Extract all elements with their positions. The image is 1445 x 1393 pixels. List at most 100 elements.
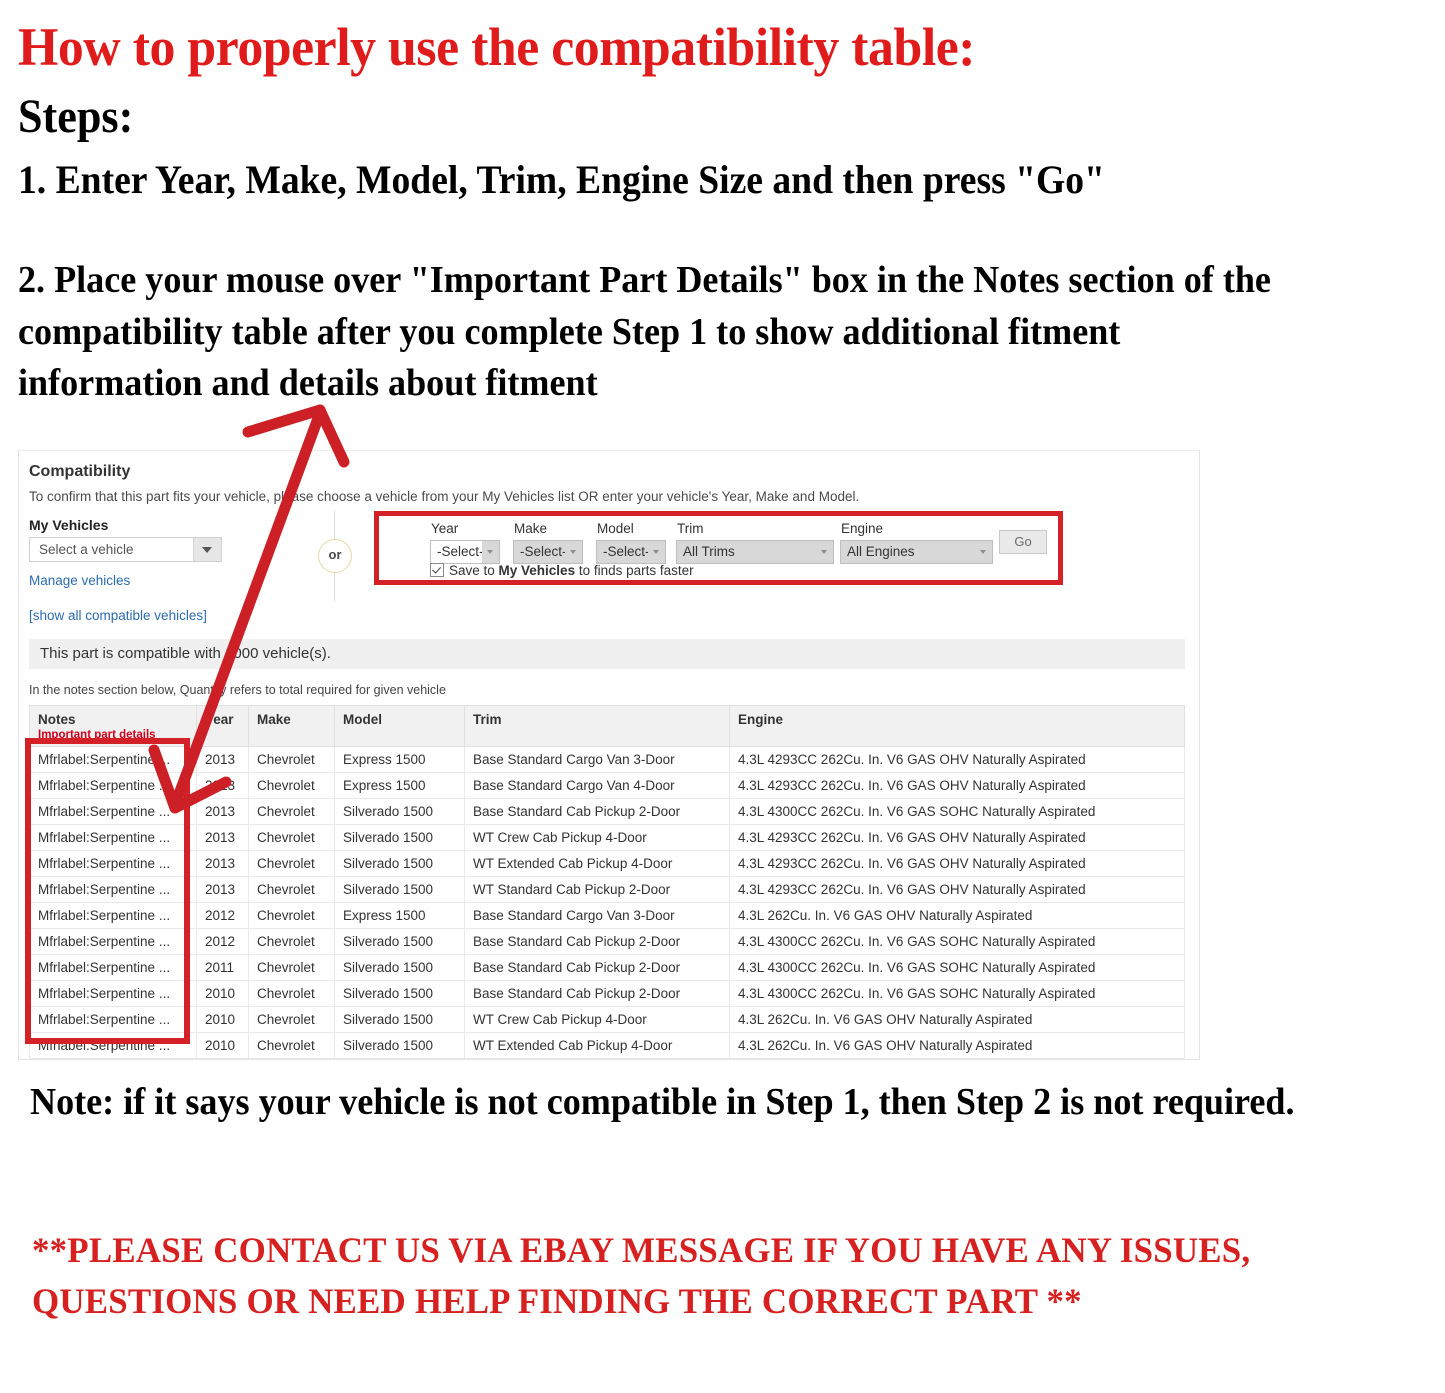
cell-model: Silverado 1500: [334, 980, 465, 1007]
cell-trim: Base Standard Cargo Van 3-Door: [464, 902, 730, 929]
chevron-down-icon[interactable]: [975, 541, 992, 563]
or-divider: or: [314, 511, 356, 601]
chevron-down-icon[interactable]: [816, 541, 833, 563]
cell-year: 2011: [196, 954, 249, 981]
column-header-trim[interactable]: Trim: [464, 705, 730, 747]
table-row: Mfrlabel:Serpentine ... 2013 Chevrolet Silv…: [29, 876, 1185, 903]
chevron-down-icon[interactable]: [565, 541, 582, 563]
cell-make: Chevrolet: [248, 824, 335, 851]
cell-trim: Base Standard Cab Pickup 2-Door: [464, 980, 730, 1007]
cell-year: 2010: [196, 980, 249, 1007]
cell-notes[interactable]: Mfrlabel:Serpentine ...: [29, 1058, 197, 1059]
cell-model: Express 1500: [334, 772, 465, 799]
cell-year: 2012: [196, 902, 249, 929]
steps-label: Steps:: [18, 90, 134, 143]
manage-vehicles-link[interactable]: Manage vehicles: [29, 573, 130, 588]
cell-notes[interactable]: Mfrlabel:Serpentine ...: [29, 746, 197, 773]
engine-label: Engine: [841, 521, 884, 536]
column-header-make[interactable]: Make: [248, 705, 335, 747]
save-bold-text: My Vehicles: [498, 563, 576, 578]
cell-make: Chevrolet: [248, 1058, 335, 1059]
or-label: or: [318, 539, 352, 573]
cell-notes[interactable]: Mfrlabel:Serpentine ...: [29, 902, 197, 929]
table-row: Mfrlabel:Serpentine ... 2011 Chevrolet Silv…: [29, 954, 1185, 981]
my-vehicles-select[interactable]: Select a vehicle: [29, 537, 222, 562]
cell-engine: 4.3L 4293CC 262Cu. In. V6 GAS OHV Natura…: [729, 824, 1185, 851]
table-row: Mfrlabel:Serpentine ...2010ChevroletSilv…: [29, 1006, 1185, 1033]
engine-select-value: All Engines: [847, 544, 915, 559]
year-label: Year: [431, 521, 459, 536]
cell-notes[interactable]: Mfrlabel:Serpentine ...: [29, 876, 197, 903]
model-label: Model: [597, 521, 634, 536]
note-text: Note: if it says your vehicle is not com…: [30, 1081, 1295, 1123]
show-all-compatible-vehicles-link[interactable]: [show all compatible vehicles]: [29, 608, 207, 623]
cell-trim: Base Standard Cab Pickup 2-Door: [464, 954, 730, 981]
chevron-down-icon[interactable]: [648, 541, 665, 563]
cell-year: 2010: [196, 1058, 249, 1059]
save-to-my-vehicles-checkbox[interactable]: [430, 563, 444, 577]
make-label: Make: [514, 521, 548, 536]
trim-select-value: All Trims: [683, 544, 735, 559]
table-row: Mfrlabel:Serpentine ...2010ChevroletSilv…: [29, 980, 1185, 1007]
chevron-down-icon[interactable]: [482, 541, 499, 563]
cell-engine: 4.3L 262Cu. In. V6 GAS OHV Naturally Asp…: [729, 1058, 1185, 1059]
cell-year: 2013: [196, 850, 249, 877]
cell-model: Silverado 1500: [334, 954, 465, 981]
cell-year: 2013: [196, 772, 249, 799]
cell-model: Silverado 1500: [334, 850, 465, 877]
cell-notes[interactable]: Mfrlabel:Serpentine ...: [29, 772, 197, 799]
table-row: Mfrlabel:Serpentine ... 2012 Chevrolet Expr…: [29, 902, 1185, 929]
column-header-model[interactable]: Model: [334, 705, 465, 747]
trim-label: Trim: [677, 521, 704, 536]
cell-notes[interactable]: Mfrlabel:Serpentine ...: [29, 850, 197, 877]
cell-notes[interactable]: Mfrlabel:Serpentine ...: [29, 1032, 197, 1059]
column-header-notes[interactable]: Notes Important part details: [29, 705, 197, 747]
cell-engine: 4.3L 262Cu. In. V6 GAS OHV Naturally Asp…: [729, 902, 1185, 929]
important-part-details-label[interactable]: Important part details: [38, 729, 188, 741]
save-suffix-text: to finds parts faster: [575, 563, 694, 578]
table-row: Mfrlabel:Serpentine ... 2013 Chevrolet Expr…: [29, 772, 1185, 799]
cell-year: 2010: [196, 1032, 249, 1059]
cell-notes[interactable]: Mfrlabel:Serpentine ...: [29, 980, 197, 1007]
cell-notes[interactable]: Mfrlabel:Serpentine ...: [29, 798, 197, 825]
cell-trim: WT Extended Cab Pickup 4-Door: [464, 850, 730, 877]
go-button[interactable]: Go: [999, 530, 1047, 554]
table-row: Mfrlabel:Serpentine ... 2013 Chevrolet Expr…: [29, 746, 1185, 773]
cell-make: Chevrolet: [248, 928, 335, 955]
table-header-row: Notes Important part details Year Make M…: [29, 705, 1185, 747]
compatible-count-text: This part is compatible with 1000 vehicl…: [40, 645, 331, 662]
cell-year: 2013: [196, 876, 249, 903]
cell-engine: 4.3L 4300CC 262Cu. In. V6 GAS SOHC Natur…: [729, 798, 1185, 825]
year-select-value: -Select-: [437, 544, 484, 559]
cell-make: Chevrolet: [248, 1006, 335, 1033]
cell-model: Silverado 1500: [334, 1006, 465, 1033]
cell-engine: 4.3L 4293CC 262Cu. In. V6 GAS OHV Natura…: [729, 876, 1185, 903]
cell-engine: 4.3L 4293CC 262Cu. In. V6 GAS OHV Natura…: [729, 772, 1185, 799]
cell-engine: 4.3L 4300CC 262Cu. In. V6 GAS SOHC Natur…: [729, 980, 1185, 1007]
cell-year: 2013: [196, 746, 249, 773]
cell-model: Silverado 1500: [334, 798, 465, 825]
column-header-engine[interactable]: Engine: [729, 705, 1185, 747]
column-header-year[interactable]: Year: [196, 705, 249, 747]
cell-make: Chevrolet: [248, 746, 335, 773]
cell-engine: 4.3L 4300CC 262Cu. In. V6 GAS SOHC Natur…: [729, 928, 1185, 955]
cell-model: Silverado 1500: [334, 876, 465, 903]
cell-make: Chevrolet: [248, 850, 335, 877]
cell-engine: 4.3L 262Cu. In. V6 GAS OHV Naturally Asp…: [729, 1032, 1185, 1059]
make-select-value: -Select-: [520, 544, 567, 559]
chevron-down-icon[interactable]: [193, 538, 221, 561]
engine-select[interactable]: All Engines: [840, 540, 993, 564]
cell-make: Chevrolet: [248, 876, 335, 903]
cell-notes[interactable]: Mfrlabel:Serpentine ...: [29, 928, 197, 955]
my-vehicles-select-value: Select a vehicle: [39, 542, 134, 557]
contact-text: **PLEASE CONTACT US VIA EBAY MESSAGE IF …: [32, 1230, 1251, 1322]
cell-make: Chevrolet: [248, 980, 335, 1007]
save-prefix-text: Save to: [449, 563, 499, 578]
cell-notes[interactable]: Mfrlabel:Serpentine ...: [29, 1006, 197, 1033]
save-to-my-vehicles-row[interactable]: Save to My Vehicles to finds parts faste…: [430, 561, 694, 578]
cell-notes[interactable]: Mfrlabel:Serpentine ...: [29, 954, 197, 981]
cell-notes[interactable]: Mfrlabel:Serpentine ...: [29, 824, 197, 851]
cell-year: 2010: [196, 1006, 249, 1033]
trim-select[interactable]: All Trims: [676, 540, 834, 564]
column-header-notes-label: Notes: [38, 712, 76, 727]
